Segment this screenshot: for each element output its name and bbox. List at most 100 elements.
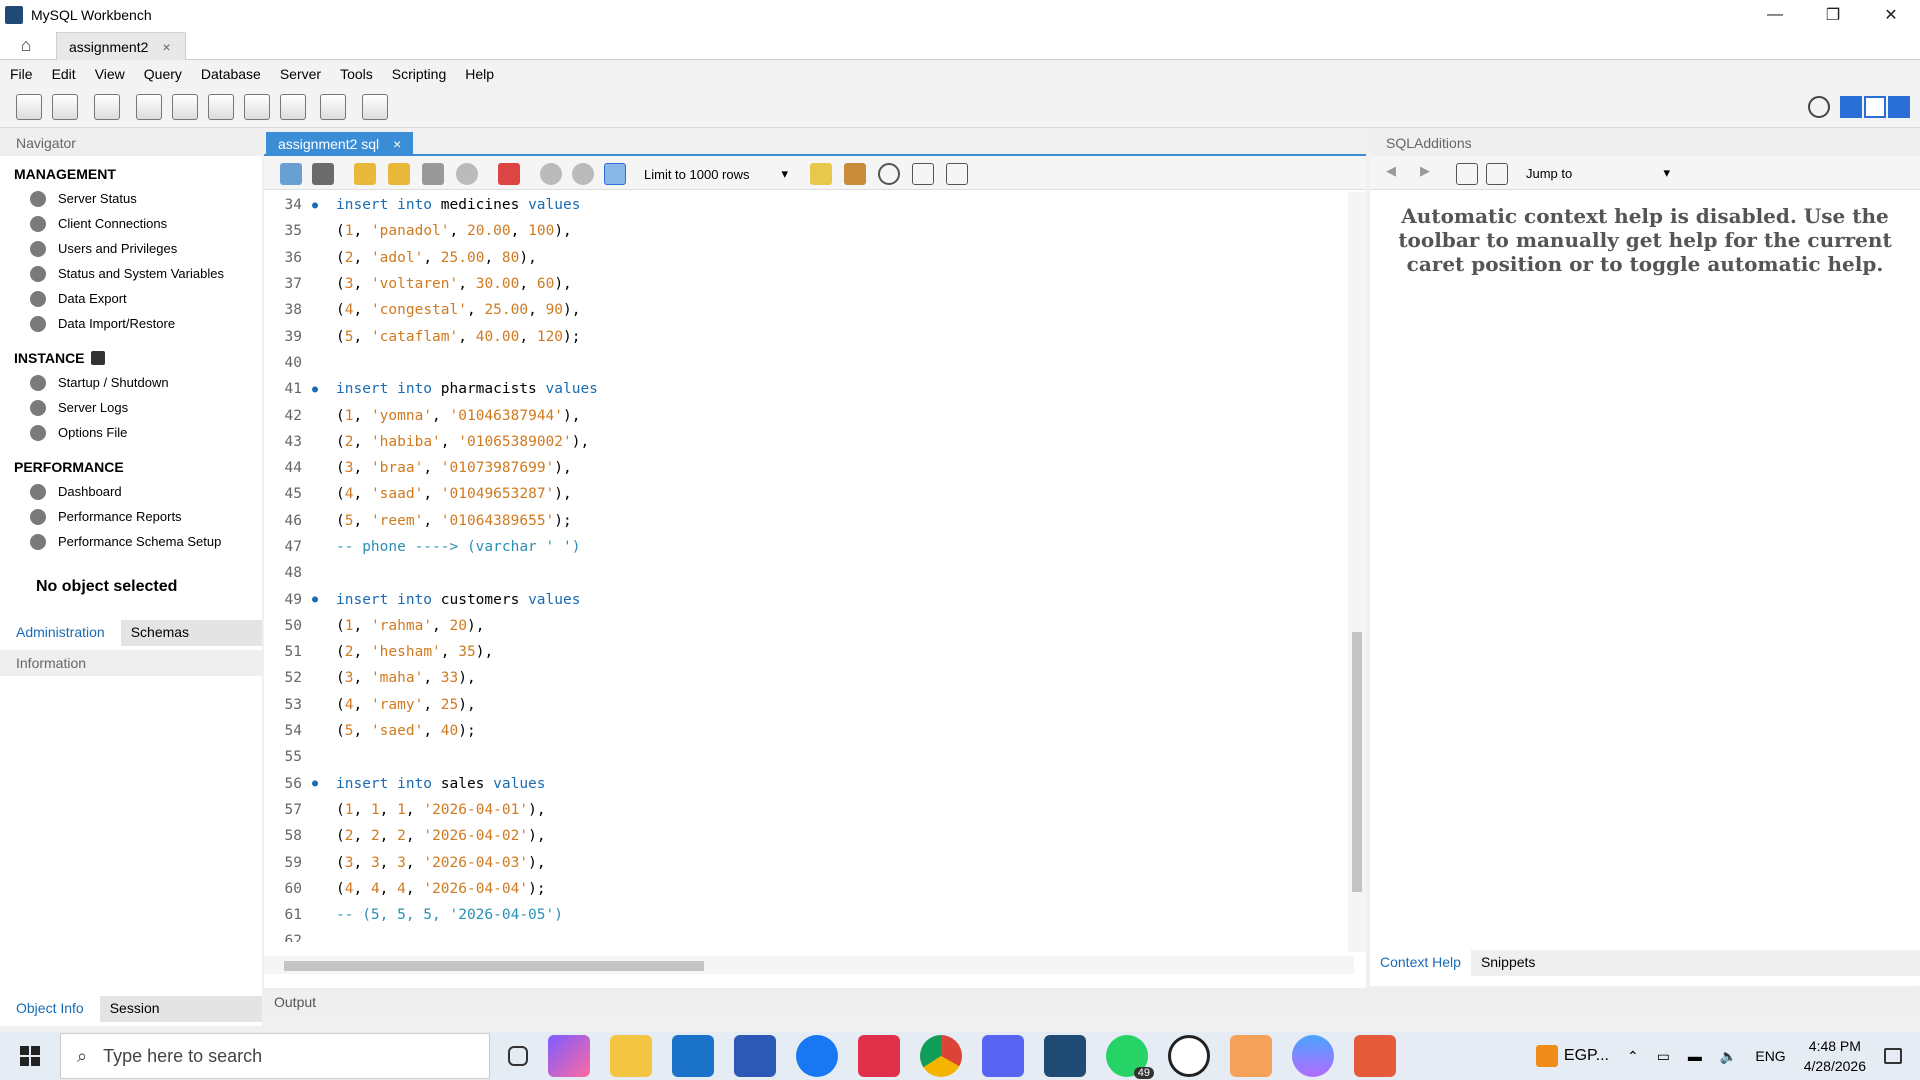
vertical-scrollbar[interactable] [1348,192,1366,952]
nav-data-import[interactable]: Data Import/Restore [0,311,262,336]
jump-to-select[interactable]: Jump to ▾ [1526,162,1676,184]
tab-snippets[interactable]: Snippets [1471,950,1545,976]
editor-tab[interactable]: assignment2 sql × [266,132,414,156]
restore-button[interactable]: ❐ [1804,0,1862,30]
explain-icon[interactable] [422,163,444,185]
execute-icon[interactable] [354,163,376,185]
search-table-data-icon[interactable] [320,94,346,120]
taskbar-search[interactable]: ⌕ Type here to search [60,1033,490,1079]
chatgpt-icon[interactable] [1168,1035,1210,1077]
menu-query[interactable]: Query [144,66,182,82]
task-view-icon[interactable] [508,1046,528,1066]
create-table-icon[interactable] [172,94,198,120]
editor-tab-close-icon[interactable]: × [393,136,401,152]
whatsapp-icon[interactable]: 49 [1106,1035,1154,1079]
nav-startup-shutdown[interactable]: Startup / Shutdown [0,370,262,395]
code-area[interactable]: 34 ● insert into medicines values 35 (1, 'p… [264,192,1346,942]
chrome-icon[interactable] [920,1035,962,1077]
tab-session[interactable]: Session [99,996,262,1022]
toggle-error-icon[interactable] [498,163,520,185]
currency-widget[interactable]: EGP... [1535,1045,1609,1067]
open-folder-icon[interactable] [280,163,302,185]
menu-help[interactable]: Help [465,66,494,82]
horizontal-scroll-thumb[interactable] [284,961,704,971]
reconnect-icon[interactable] [362,94,388,120]
menu-server[interactable]: Server [280,66,321,82]
menu-database[interactable]: Database [201,66,261,82]
nav-performance-reports[interactable]: Performance Reports [0,504,262,529]
create-procedure-icon[interactable] [244,94,270,120]
start-button[interactable] [0,1032,60,1080]
outlook-icon[interactable] [672,1035,714,1077]
invisible-chars-icon[interactable] [912,163,934,185]
limit-rows-select[interactable]: Limit to 1000 rows ▾ [644,163,794,185]
execute-current-icon[interactable] [388,163,410,185]
home-icon[interactable]: ⌂ [12,34,40,56]
nav-users-privileges[interactable]: Users and Privileges [0,236,262,261]
horizontal-scrollbar[interactable] [264,956,1354,974]
connection-tab[interactable]: assignment2 × [56,32,186,60]
back-arrow-icon[interactable]: ◀ [1386,163,1408,185]
toggle-secondary-sidebar-icon[interactable] [1888,96,1910,118]
output-panel-header[interactable]: Output [264,988,1919,1016]
vertical-scroll-thumb[interactable] [1352,632,1362,892]
toggle-sidebar-icon[interactable] [1840,96,1862,118]
facebook-icon[interactable] [796,1035,838,1077]
add-snippet-icon[interactable] [810,163,832,185]
clock[interactable]: 4:48 PM 4/28/2026 [1804,1036,1866,1076]
commit-icon[interactable] [540,163,562,185]
language-indicator[interactable]: ENG [1755,1048,1785,1064]
stop-icon[interactable] [456,163,478,185]
find-icon[interactable] [878,163,900,185]
new-sql-tab-icon[interactable] [16,94,42,120]
menu-scripting[interactable]: Scripting [392,66,446,82]
forward-arrow-icon[interactable]: ▶ [1420,163,1442,185]
battery-icon[interactable]: ▬ [1688,1048,1702,1064]
maps-icon[interactable] [1292,1035,1334,1077]
wrap-lines-icon[interactable] [946,163,968,185]
connection-tab-close-icon[interactable]: × [162,39,170,55]
settings-icon[interactable] [1808,96,1830,118]
instance-action-icon[interactable] [90,351,105,365]
autocommit-icon[interactable] [604,163,626,185]
notifications-icon[interactable] [1884,1048,1902,1064]
tab-object-info[interactable]: Object Info [0,996,100,1022]
nav-options-file[interactable]: Options File [0,420,262,445]
discord-icon[interactable] [982,1035,1024,1077]
nav-status-variables[interactable]: Status and System Variables [0,261,262,286]
save-icon[interactable] [312,163,334,185]
nav-data-export[interactable]: Data Export [0,286,262,311]
tab-schemas[interactable]: Schemas [120,620,262,646]
network-icon[interactable]: ▭ [1657,1048,1670,1065]
menu-view[interactable]: View [95,66,125,82]
manual-help-icon[interactable] [1456,163,1478,185]
nav-server-logs[interactable]: Server Logs [0,395,262,420]
show-hidden-icons-icon[interactable]: ⌃ [1627,1048,1639,1065]
create-view-icon[interactable] [208,94,234,120]
toggle-output-icon[interactable] [1864,96,1886,118]
store-icon[interactable] [734,1035,776,1077]
minimize-button[interactable]: — [1746,0,1804,30]
menu-edit[interactable]: Edit [52,66,76,82]
volume-icon[interactable]: 🔈 [1720,1048,1737,1065]
tab-context-help[interactable]: Context Help [1370,950,1471,976]
paint-icon[interactable] [1354,1035,1396,1077]
nav-server-status[interactable]: Server Status [0,186,262,211]
nav-dashboard[interactable]: Dashboard [0,479,262,504]
create-function-icon[interactable] [280,94,306,120]
nav-client-connections[interactable]: Client Connections [0,211,262,236]
menu-tools[interactable]: Tools [340,66,373,82]
auto-help-icon[interactable] [1486,163,1508,185]
close-button[interactable]: ✕ [1862,0,1920,30]
copilot-icon[interactable] [548,1035,590,1077]
rollback-icon[interactable] [572,163,594,185]
menu-file[interactable]: File [10,66,33,82]
nav-performance-schema[interactable]: Performance Schema Setup [0,529,262,554]
file-explorer-icon[interactable] [610,1035,652,1077]
photos-icon[interactable] [1230,1035,1272,1077]
camera-app-icon[interactable] [858,1035,900,1077]
inspector-icon[interactable] [94,94,120,120]
create-schema-icon[interactable] [136,94,162,120]
beautify-icon[interactable] [844,163,866,185]
mysql-workbench-icon[interactable] [1044,1035,1086,1077]
